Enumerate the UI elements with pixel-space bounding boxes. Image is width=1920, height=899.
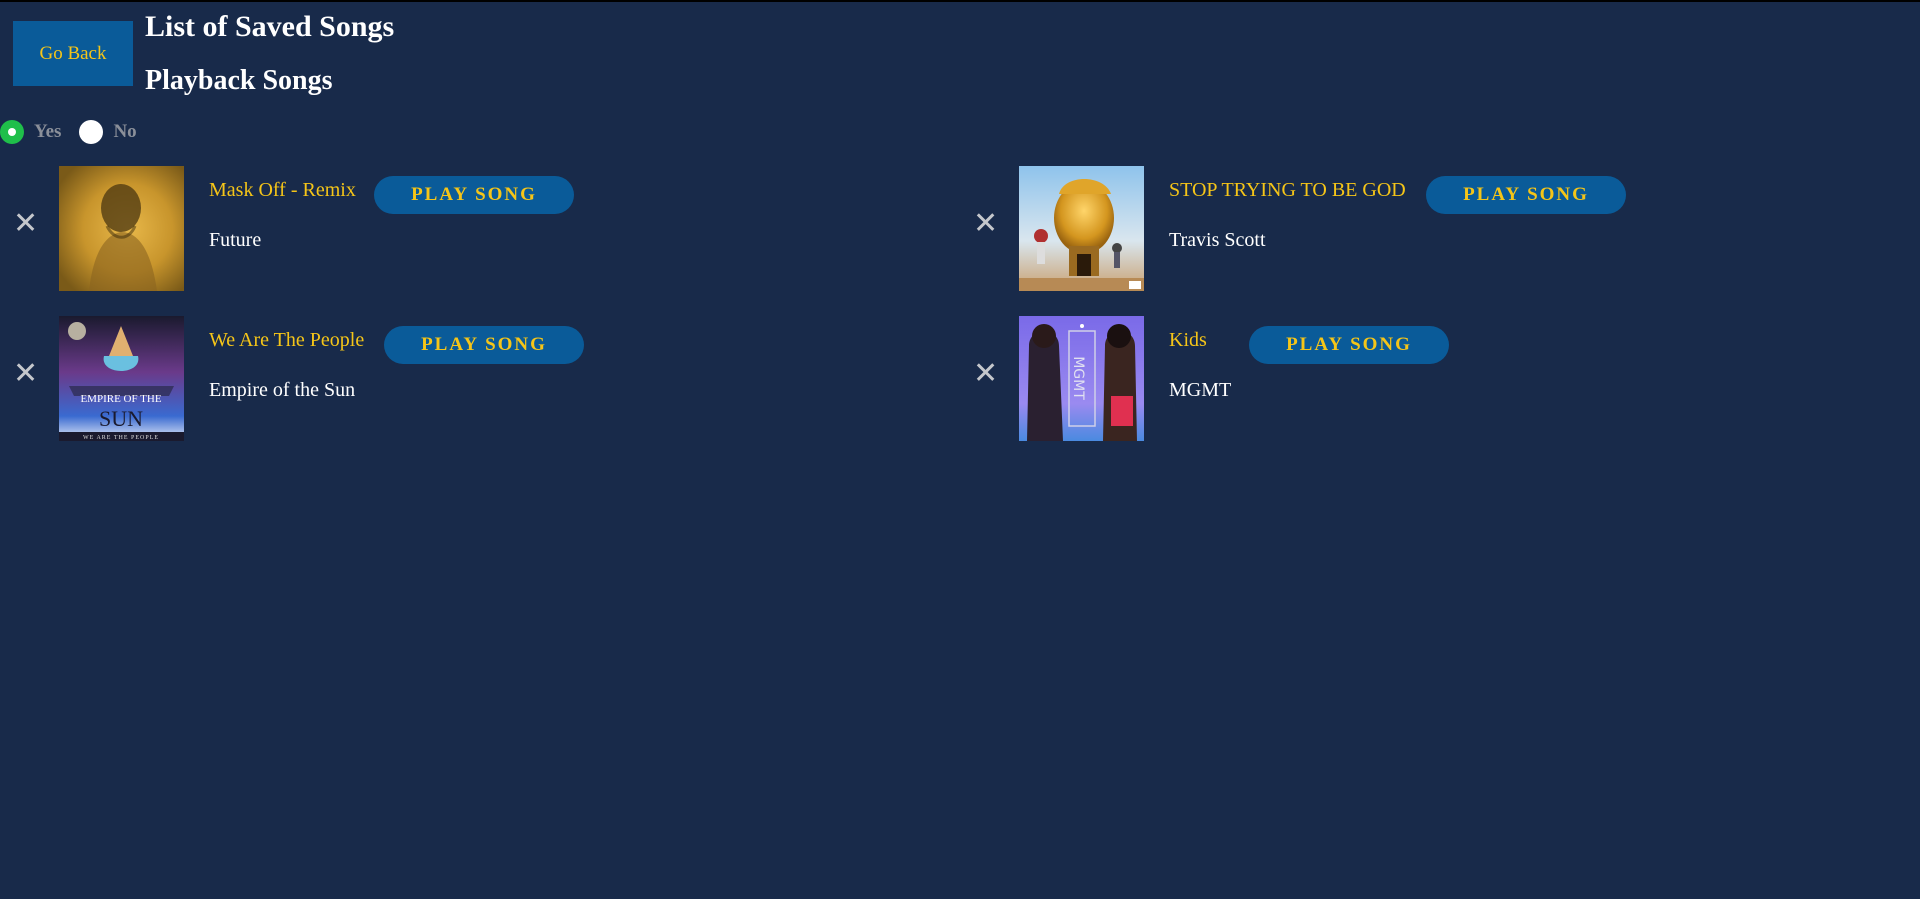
song-title: STOP TRYING TO BE GOD — [1169, 179, 1406, 201]
song-item: ✕ Mask Off - Remix PLAY SONG Future — [0, 166, 900, 292]
cover-text-line1: MGMT — [1070, 356, 1086, 400]
close-icon[interactable]: ✕ — [973, 359, 998, 389]
close-icon[interactable]: ✕ — [973, 209, 998, 239]
song-item: ✕ EMPIRE OF THE SUN WE ARE THE PEOPLE We… — [0, 316, 900, 442]
playback-yes-label: Yes — [34, 121, 62, 142]
song-item: ✕ MGMT Kids PLAY SONG MGMT — [960, 316, 1860, 442]
song-artist: Travis Scott — [1169, 229, 1266, 251]
song-artist: Future — [209, 229, 262, 251]
playback-yes-radio[interactable] — [0, 120, 24, 144]
close-icon[interactable]: ✕ — [13, 209, 38, 239]
playback-radio-group: Yes No — [0, 118, 155, 146]
playback-no-radio[interactable] — [79, 120, 104, 144]
song-title: Mask Off - Remix — [209, 179, 356, 201]
top-border — [0, 0, 1920, 2]
album-cover-oracular-spectacular: MGMT — [1019, 316, 1144, 441]
playback-no-label: No — [113, 121, 137, 142]
play-song-button[interactable]: PLAY SONG — [1426, 176, 1626, 214]
cover-text-line3: WE ARE THE PEOPLE — [83, 435, 159, 441]
song-artist: Empire of the Sun — [209, 379, 356, 401]
song-artist: MGMT — [1169, 379, 1232, 401]
close-icon[interactable]: ✕ — [13, 359, 38, 389]
cover-text-line1: EMPIRE OF THE — [80, 393, 161, 405]
album-cover-astroworld — [1019, 166, 1144, 291]
play-song-button[interactable]: PLAY SONG — [374, 176, 574, 214]
page-title: List of Saved Songs — [145, 10, 395, 43]
cover-text-line2: SUN — [99, 406, 143, 431]
song-item: ✕ STOP TRYING TO BE GOD PLAY SONG Travis… — [960, 166, 1860, 292]
album-cover-walking-on-a-dream: EMPIRE OF THE SUN WE ARE THE PEOPLE — [59, 316, 184, 441]
song-title: We Are The People — [209, 329, 365, 351]
song-title: Kids — [1169, 329, 1207, 351]
play-song-button[interactable]: PLAY SONG — [1249, 326, 1449, 364]
play-song-button[interactable]: PLAY SONG — [384, 326, 584, 364]
album-cover-mask-off — [59, 166, 184, 291]
playback-heading: Playback Songs — [145, 65, 333, 96]
go-back-button[interactable]: Go Back — [13, 21, 133, 86]
